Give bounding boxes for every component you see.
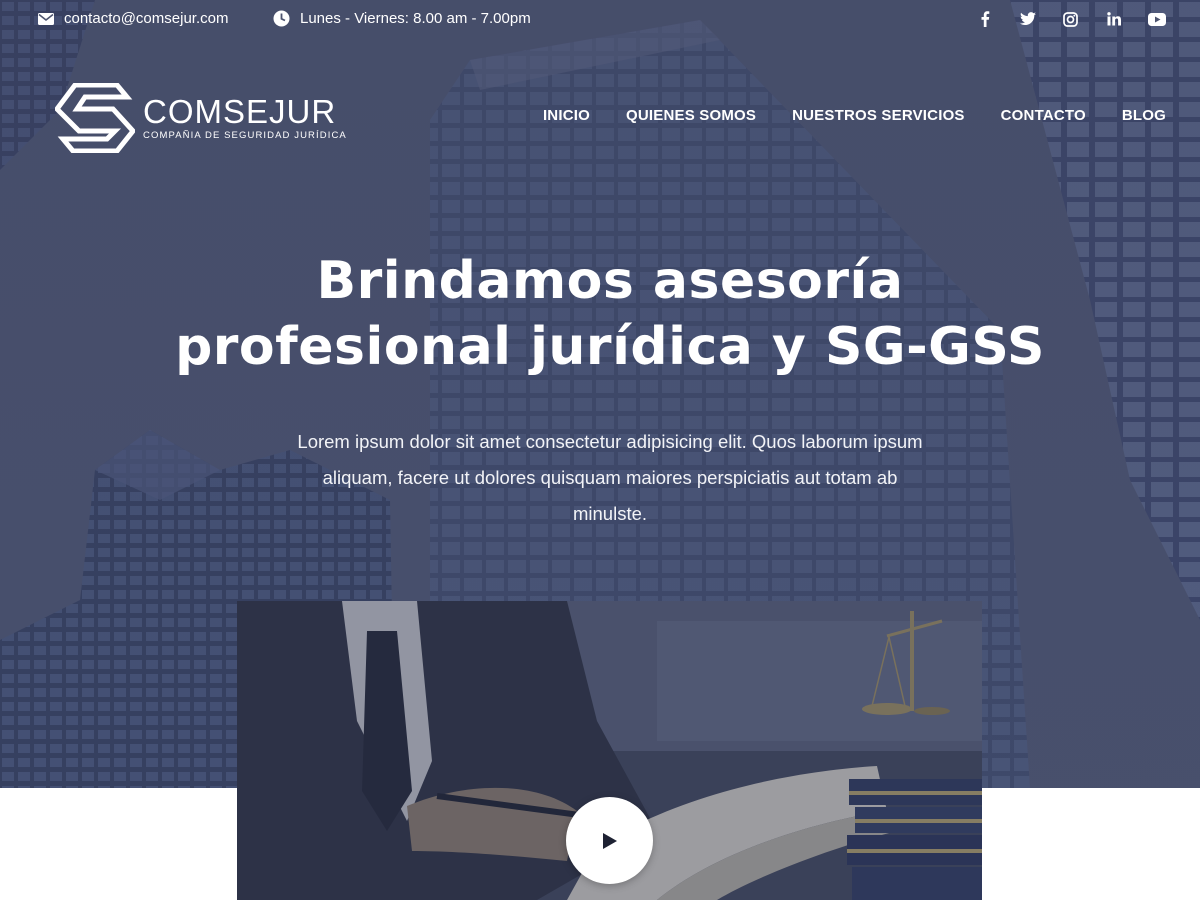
nav-item-inicio[interactable]: INICIO [525,107,608,124]
business-hours-text: Lunes - Viernes: 8.00 am - 7.00pm [300,10,531,27]
hero-subtitle: Lorem ipsum dolor sit amet consectetur a… [297,431,923,524]
nav-item-contacto[interactable]: CONTACTO [983,107,1104,124]
youtube-link[interactable] [1135,9,1178,29]
site-logo[interactable]: COMSEJUR COMPAÑIA DE SEGURIDAD JURÍDICA [55,82,355,154]
play-video-button[interactable] [566,797,653,884]
nav-item-quienes-somos[interactable]: QUIENES SOMOS [608,107,774,124]
facebook-link[interactable] [963,9,1006,29]
logo-tagline: COMPAÑIA DE SEGURIDAD JURÍDICA [143,130,347,141]
youtube-icon [1147,12,1166,26]
logo-brand-name: COMSEJUR [143,93,337,130]
play-icon [602,832,617,849]
top-bar: contacto@comsejur.com Lunes - Viernes: 8… [0,0,1200,38]
linkedin-link[interactable] [1092,9,1135,29]
hero-headline-line-1: Brindamos asesoría [316,251,904,311]
linkedin-icon [1106,12,1121,26]
main-navigation: INICIO QUIENES SOMOS NUESTROS SERVICIOS … [525,107,1184,124]
contact-email[interactable]: contacto@comsejur.com [38,10,228,27]
contact-email-text: contacto@comsejur.com [64,10,229,27]
facebook-icon [981,11,989,27]
nav-item-blog[interactable]: BLOG [1104,107,1184,124]
hero-headline-line-2: profesional jurídica y SG-GSS [175,317,1045,377]
business-hours: Lunes - Viernes: 8.00 am - 7.00pm [273,10,531,27]
clock-icon [273,10,290,27]
twitter-link[interactable] [1006,9,1049,29]
hero-headline: Brindamos asesoría profesional jurídica … [0,248,1200,380]
envelope-icon [38,12,54,25]
social-links [963,9,1178,29]
instagram-link[interactable] [1049,9,1092,29]
twitter-icon [1019,12,1036,25]
instagram-icon [1063,11,1078,27]
comsejur-logo-mark [55,83,135,153]
nav-item-nuestros-servicios[interactable]: NUESTROS SERVICIOS [774,107,983,124]
